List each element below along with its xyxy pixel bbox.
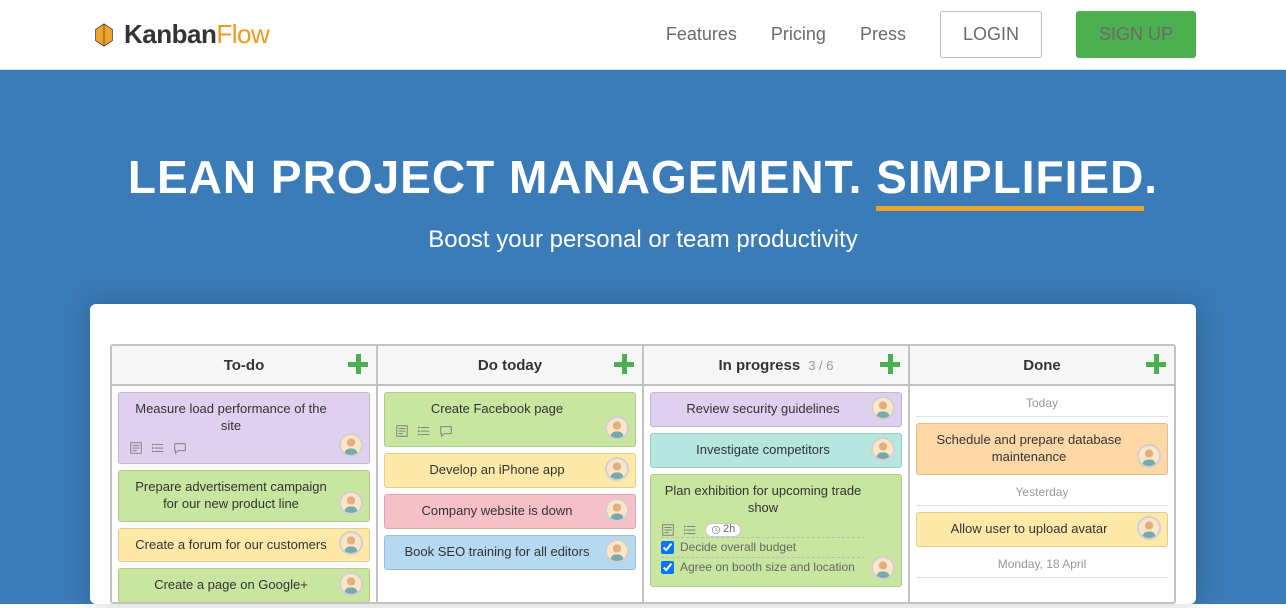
add-card-button[interactable] <box>612 352 636 376</box>
logo-icon <box>90 21 118 49</box>
comment-icon <box>173 441 187 455</box>
card-title: Allow user to upload avatar <box>927 521 1131 538</box>
logo-text: KanbanFlow <box>124 19 269 50</box>
card-title: Investigate competitors <box>661 442 865 459</box>
column-body: Review security guidelines Investigate co… <box>644 386 908 602</box>
column-count: 3 / 6 <box>808 358 833 373</box>
card-meta: 2h <box>661 523 865 537</box>
avatar-icon <box>605 498 629 522</box>
kanban-card[interactable]: Book SEO training for all editors <box>384 535 636 570</box>
kanban-card[interactable]: Company website is down <box>384 494 636 529</box>
note-icon <box>661 523 675 537</box>
nav: Features Pricing Press LOGIN SIGN UP <box>666 11 1196 58</box>
column-header: To-do <box>112 346 376 386</box>
subtask-label: Decide overall budget <box>680 540 796 556</box>
card-title: Develop an iPhone app <box>395 462 599 479</box>
avatar-icon <box>339 531 363 555</box>
card-title: Create a forum for our customers <box>129 537 333 554</box>
kanban-card[interactable]: Plan exhibition for upcoming trade show 2… <box>650 474 902 587</box>
hero: LEAN PROJECT MANAGEMENT. SIMPLIFIED. Boo… <box>0 70 1286 604</box>
kanban-card[interactable]: Investigate competitors <box>650 433 902 468</box>
card-title: Company website is down <box>395 503 599 520</box>
note-icon <box>129 441 143 455</box>
avatar-icon <box>605 416 629 440</box>
kanban-column: Do today Create Facebook page Develop an i… <box>378 346 644 602</box>
add-card-button[interactable] <box>878 352 902 376</box>
card-title: Book SEO training for all editors <box>395 544 599 561</box>
add-card-button[interactable] <box>346 352 370 376</box>
card-title: Schedule and prepare database maintenanc… <box>927 432 1131 466</box>
card-title: Review security guidelines <box>661 401 865 418</box>
subtask[interactable]: Agree on booth size and location <box>661 557 865 578</box>
column-title: To-do <box>224 357 265 374</box>
time-badge: 2h <box>705 523 741 537</box>
date-group-label: Today <box>916 392 1168 417</box>
kanban-column: To-do Measure load performance of the sit… <box>112 346 378 602</box>
column-header: Done <box>910 346 1174 386</box>
kanban-card[interactable]: Schedule and prepare database maintenanc… <box>916 423 1168 475</box>
column-body: Create Facebook page Develop an iPhone ap… <box>378 386 642 602</box>
avatar-icon <box>1137 516 1161 540</box>
column-header: In progress 3 / 6 <box>644 346 908 386</box>
card-title: Prepare advertisement campaign for our n… <box>129 479 333 513</box>
avatar-icon <box>605 539 629 563</box>
card-title: Create Facebook page <box>395 401 599 418</box>
column-body: Today Schedule and prepare database maint… <box>910 386 1174 602</box>
nav-pricing[interactable]: Pricing <box>771 24 826 45</box>
date-group-label: Monday, 18 April <box>916 553 1168 578</box>
kanban-board: To-do Measure load performance of the sit… <box>110 344 1176 604</box>
login-button[interactable]: LOGIN <box>940 11 1042 58</box>
kanban-card[interactable]: Create a forum for our customers <box>118 528 370 563</box>
card-meta <box>395 424 599 438</box>
nav-press[interactable]: Press <box>860 24 906 45</box>
comment-icon <box>439 424 453 438</box>
nav-features[interactable]: Features <box>666 24 737 45</box>
avatar-icon <box>871 437 895 461</box>
date-group-label: Yesterday <box>916 481 1168 506</box>
avatar-icon <box>339 433 363 457</box>
list-icon <box>683 523 697 537</box>
column-title: Do today <box>478 357 542 374</box>
board-screenshot: To-do Measure load performance of the sit… <box>90 304 1196 604</box>
avatar-icon <box>339 491 363 515</box>
kanban-card[interactable]: Create a page on Google+ <box>118 568 370 602</box>
kanban-column: In progress 3 / 6 Review security guidelin… <box>644 346 910 602</box>
subtask[interactable]: Decide overall budget <box>661 537 865 558</box>
topbar: KanbanFlow Features Pricing Press LOGIN … <box>0 0 1286 70</box>
list-icon <box>417 424 431 438</box>
subtask-checkbox[interactable] <box>661 561 674 574</box>
column-title: Done <box>1023 357 1061 374</box>
column-title: In progress <box>719 357 801 374</box>
signup-button[interactable]: SIGN UP <box>1076 11 1196 58</box>
avatar-icon <box>871 556 895 580</box>
column-body: Measure load performance of the site Prep… <box>112 386 376 602</box>
avatar-icon <box>1137 444 1161 468</box>
note-icon <box>395 424 409 438</box>
kanban-card[interactable]: Create Facebook page <box>384 392 636 447</box>
avatar-icon <box>605 457 629 481</box>
subtask-label: Agree on booth size and location <box>680 560 855 576</box>
subtask-checkbox[interactable] <box>661 541 674 554</box>
column-header: Do today <box>378 346 642 386</box>
kanban-column: Done Today Schedule and prepare database m… <box>910 346 1174 602</box>
kanban-card[interactable]: Review security guidelines <box>650 392 902 427</box>
kanban-card[interactable]: Measure load performance of the site <box>118 392 370 464</box>
avatar-icon <box>339 572 363 596</box>
add-card-button[interactable] <box>1144 352 1168 376</box>
kanban-card[interactable]: Allow user to upload avatar <box>916 512 1168 547</box>
card-meta <box>129 441 333 455</box>
kanban-card[interactable]: Prepare advertisement campaign for our n… <box>118 470 370 522</box>
hero-title: LEAN PROJECT MANAGEMENT. SIMPLIFIED. <box>0 150 1286 204</box>
kanban-card[interactable]: Develop an iPhone app <box>384 453 636 488</box>
card-title: Measure load performance of the site <box>129 401 333 435</box>
list-icon <box>151 441 165 455</box>
hero-subtitle: Boost your personal or team productivity <box>0 226 1286 254</box>
card-title: Create a page on Google+ <box>129 577 333 594</box>
logo[interactable]: KanbanFlow <box>90 19 269 50</box>
avatar-icon <box>871 396 895 420</box>
card-title: Plan exhibition for upcoming trade show <box>661 483 865 517</box>
